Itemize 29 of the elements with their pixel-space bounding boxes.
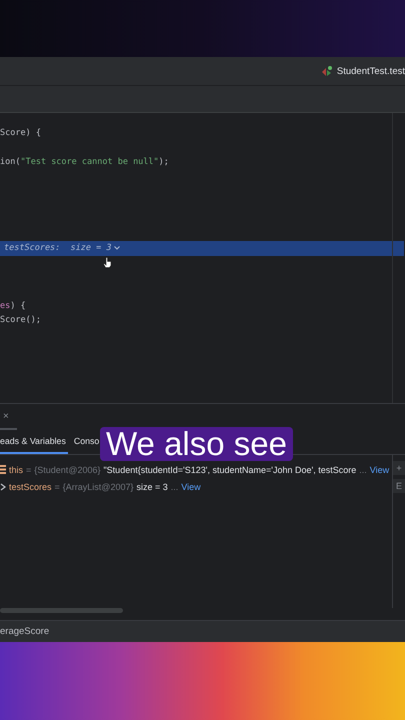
side-toolbar-button[interactable]: + [393,461,405,475]
variable-name: testScores [9,482,52,492]
panel-tab[interactable]: Conso [74,430,102,454]
field-list-icon [0,465,6,474]
variable-value: "Student{studentId='S123', studentName='John Doe', testScore [103,464,356,474]
variable-name: this [9,464,24,474]
horizontal-scrollbar[interactable] [0,608,123,613]
variable-type: {ArrayList@2007} [62,482,134,492]
view-link[interactable]: View [181,482,201,492]
view-link[interactable]: View [370,464,390,474]
code-line: ion("Test score cannot be null"); [0,156,170,169]
run-debug-icon[interactable] [320,66,333,76]
code-line: es) { [0,300,27,313]
ellipsis: ... [359,464,367,474]
side-toolbar-button[interactable]: E [393,479,405,493]
breadcrumb[interactable]: erageScore [0,626,50,637]
code-line: Score) { [0,127,42,140]
equals-sign: = [54,482,60,492]
inline-value-text: testScores: size = 3 [4,242,112,256]
caption: We also see [100,427,293,461]
equals-sign: = [26,464,32,474]
variable-type: {Student@2006} [34,464,100,474]
panel-tab[interactable]: eads & Variables [0,430,68,454]
variable-value: size = 3 [136,482,168,492]
code-line: Score(); [0,314,42,328]
run-configuration[interactable]: StudentTest.test [336,66,405,76]
hand-cursor-icon [103,257,112,268]
ellipsis: ... [170,482,178,492]
chevron-down-icon[interactable] [114,246,120,250]
